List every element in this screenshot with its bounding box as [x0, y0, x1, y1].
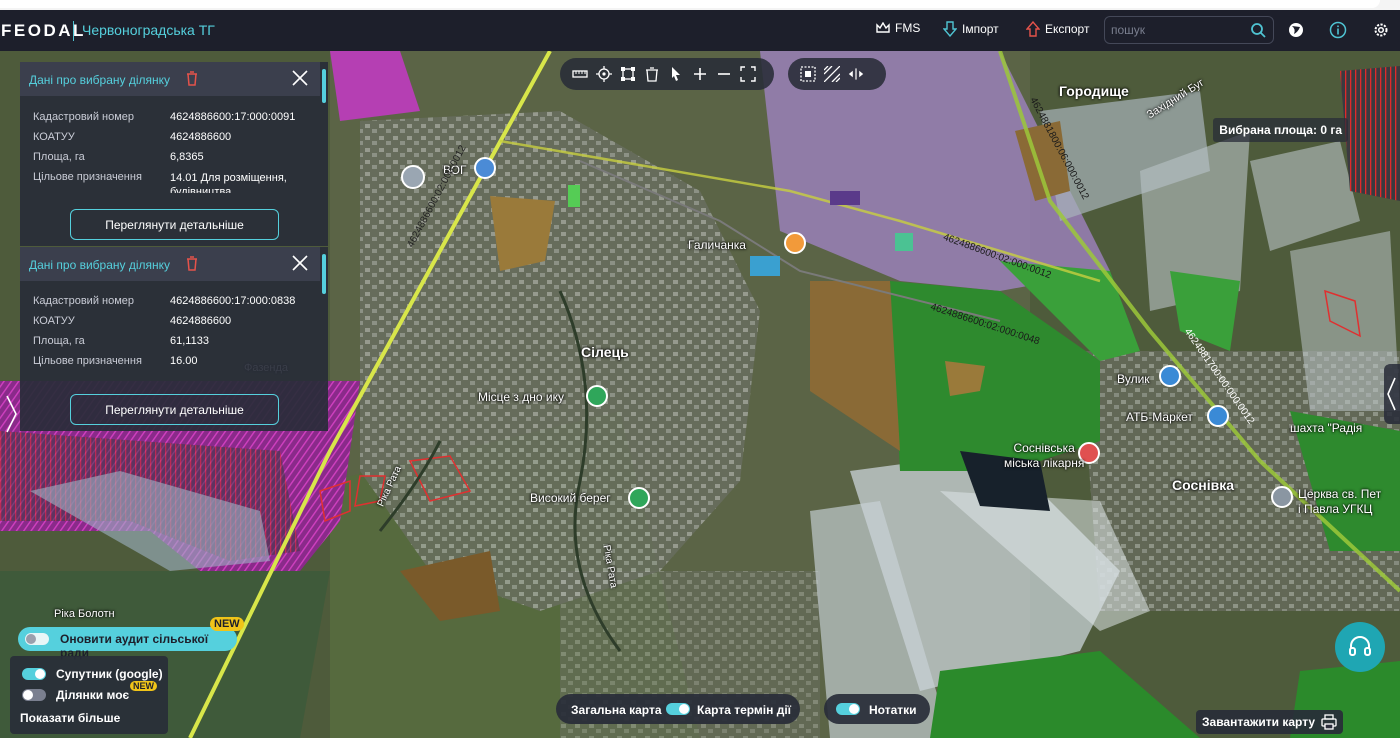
new-badge: NEW — [130, 681, 157, 691]
fms-crown-icon — [876, 22, 890, 33]
zoom-in-icon[interactable] — [692, 66, 708, 82]
download-map-button[interactable]: Завантажити карту — [1196, 710, 1344, 734]
parcel-info-panel-1: Дані про вибрану ділянку Кадастровий ном… — [20, 62, 328, 246]
layer-toolbar — [788, 58, 886, 90]
export-arrow-icon — [1026, 21, 1040, 37]
show-more-link[interactable]: Показати більше — [20, 711, 120, 725]
support-chat-button[interactable] — [1335, 622, 1385, 672]
refresh-audit-toggle[interactable]: Оновити аудит сільської ради — [18, 627, 237, 660]
view-details-button[interactable]: Переглянути детальніше — [70, 209, 279, 240]
close-icon[interactable] — [292, 70, 308, 86]
select-area-icon[interactable] — [800, 66, 816, 82]
panel-title: Дані про вибрану ділянку — [29, 73, 171, 87]
pointer-tool-icon[interactable] — [668, 66, 684, 82]
expand-left-panel-chevron-icon[interactable] — [4, 394, 18, 434]
import-label: Імпорт — [962, 22, 999, 36]
notes-switch: Нотатки — [824, 694, 930, 724]
top-header: FEODAL Червоноградська ТГ FMS Імпорт Екс… — [0, 10, 1400, 51]
expand-right-panel-button[interactable] — [1384, 364, 1400, 424]
audit-toggle-switch[interactable] — [25, 633, 49, 645]
map-mode-toggle[interactable] — [666, 703, 690, 715]
fms-label: FMS — [895, 21, 921, 35]
general-map-label[interactable]: Загальна карта — [571, 703, 662, 717]
trash-icon[interactable] — [186, 71, 198, 86]
export-label: Експорт — [1045, 22, 1090, 36]
panel-row: Цільове призначення 14.01 Для розміщення,… — [33, 171, 287, 193]
draw-toolbar — [560, 58, 774, 90]
fullscreen-icon[interactable] — [740, 66, 756, 82]
logo-divider — [73, 21, 74, 41]
app-window: FEODAL Червоноградська ТГ FMS Імпорт Екс… — [0, 0, 1400, 738]
panel-scrollbar[interactable] — [322, 254, 326, 294]
download-label: Завантажити карту — [1202, 715, 1316, 729]
notes-toggle[interactable] — [836, 703, 860, 715]
info-icon[interactable] — [1329, 21, 1347, 39]
term-map-label[interactable]: Карта термін дії — [697, 703, 791, 717]
map-mode-switch: Загальна карта Карта термін дії — [556, 694, 800, 724]
notes-label: Нотатки — [869, 703, 917, 717]
trash-icon[interactable] — [186, 256, 198, 271]
my-plots-toggle[interactable] — [22, 689, 46, 701]
export-button[interactable]: Експорт — [1026, 21, 1089, 37]
panel-header: Дані про вибрану ділянку — [20, 247, 320, 281]
my-plots-label: Ділянки моє — [56, 688, 130, 702]
chevron-left-icon — [1387, 377, 1396, 411]
print-icon — [1321, 714, 1337, 730]
locate-tool-icon[interactable] — [596, 66, 612, 82]
panel-title: Дані про вибрану ділянку — [29, 258, 171, 272]
new-badge: NEW — [210, 617, 244, 631]
panel-scrollbar[interactable] — [322, 69, 326, 103]
search-box — [1104, 16, 1274, 44]
parcel-info-panel-2: Дані про вибрану ділянку Кадастровий ном… — [20, 247, 328, 431]
browser-strip — [0, 0, 1400, 10]
delete-tool-icon[interactable] — [644, 66, 660, 82]
compare-split-icon[interactable] — [848, 66, 864, 82]
hatch-icon[interactable] — [824, 66, 840, 82]
close-icon[interactable] — [292, 255, 308, 271]
headset-icon — [1349, 636, 1371, 656]
ruler-tool-icon[interactable] — [572, 66, 588, 82]
polygon-tool-icon[interactable] — [620, 66, 636, 82]
zoom-out-icon[interactable] — [716, 66, 732, 82]
community-title[interactable]: Червоноградська ТГ — [82, 22, 215, 38]
view-details-button[interactable]: Переглянути детальніше — [70, 394, 279, 425]
selected-area-readout: Вибрана площа: 0 га — [1213, 118, 1348, 142]
search-input[interactable] — [1111, 22, 1246, 38]
layers-panel: Супутник (google) Ділянки моє NEW Показа… — [10, 656, 168, 734]
satellite-label: Супутник (google) — [56, 667, 163, 681]
globe-icon[interactable] — [1287, 21, 1305, 39]
fms-button[interactable]: FMS — [876, 21, 920, 35]
settings-gear-icon[interactable] — [1372, 21, 1390, 39]
search-icon[interactable] — [1250, 22, 1266, 38]
import-button[interactable]: Імпорт — [943, 21, 999, 37]
satellite-toggle[interactable] — [22, 668, 46, 680]
panel-header: Дані про вибрану ділянку — [20, 62, 320, 96]
import-arrow-icon — [943, 21, 957, 37]
